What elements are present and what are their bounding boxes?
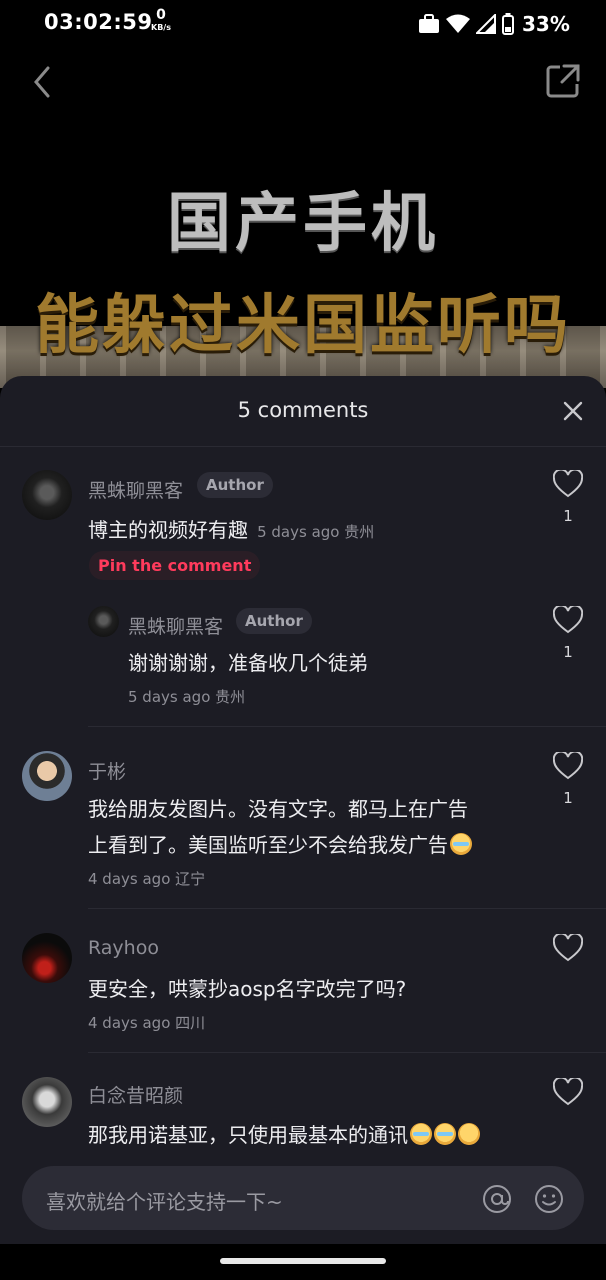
- comment-text-line2: 上看到了。美国监听至少不会给我发广告: [88, 828, 538, 862]
- video-player[interactable]: 国产手机 能躲过米国监听吗: [0, 48, 606, 388]
- status-icons: 33%: [418, 12, 570, 36]
- avatar[interactable]: [22, 751, 72, 801]
- battery-icon: [502, 13, 514, 35]
- comments-sheet: 5 comments 黑蛛聊黑客 Author 博主的视频好有趣 5 days …: [0, 376, 606, 1244]
- comment-meta: 4 days ago 辽宁: [88, 870, 206, 888]
- comment-text[interactable]: 更安全，哄蒙抄aosp名字改完了吗?: [88, 972, 406, 1006]
- signal-icon: [476, 14, 496, 34]
- comment-text[interactable]: 谢谢谢谢，准备收几个徒弟: [128, 646, 368, 680]
- net-speed-unit: KB/s: [151, 23, 171, 32]
- comment-text-line1: 我给朋友发图片。没有文字。都马上在广告: [88, 797, 468, 821]
- avatar[interactable]: [88, 606, 119, 637]
- crying-emoji-icon: [434, 1123, 456, 1145]
- heart-icon[interactable]: [553, 470, 583, 498]
- at-icon[interactable]: [482, 1184, 512, 1214]
- heart-icon[interactable]: [553, 934, 583, 962]
- video-title-line2: 能躲过米国监听吗: [35, 289, 571, 363]
- comment-text-content: 那我用诺基亚，只使用最基本的通讯: [88, 1123, 408, 1147]
- comment-divider: [88, 1052, 606, 1053]
- net-speed-value: 0: [156, 7, 166, 23]
- comment-text[interactable]: 我给朋友发图片。没有文字。都马上在广告 上看到了。美国监听至少不会给我发广告: [88, 792, 538, 862]
- crying-emoji-icon: [450, 833, 472, 855]
- close-icon[interactable]: [562, 400, 584, 422]
- share-icon[interactable]: [544, 62, 582, 100]
- comment-meta: 5 days ago 贵州: [128, 688, 246, 706]
- comment-meta: 5 days ago 贵州: [257, 523, 375, 541]
- emoji-icon[interactable]: [534, 1184, 564, 1214]
- author-badge: Author: [236, 608, 312, 634]
- comment-text[interactable]: 那我用诺基亚，只使用最基本的通讯: [88, 1118, 480, 1152]
- back-icon[interactable]: [28, 62, 58, 102]
- heart-icon[interactable]: [553, 752, 583, 780]
- heart-icon[interactable]: [553, 1078, 583, 1106]
- comment-divider: [88, 726, 606, 727]
- home-gesture-handle[interactable]: [220, 1258, 386, 1264]
- author-badge: Author: [197, 472, 273, 498]
- like-count: 1: [563, 789, 573, 807]
- status-bar: 03:02:59 0 KB/s 33%: [0, 0, 606, 48]
- heart-icon[interactable]: [553, 606, 583, 634]
- comment-meta: 4 days ago 四川: [88, 1014, 206, 1032]
- avatar[interactable]: [22, 470, 72, 520]
- battery-percent: 33%: [522, 12, 570, 36]
- avatar[interactable]: [22, 1077, 72, 1127]
- comment-username[interactable]: Rayhoo: [88, 937, 159, 959]
- comments-count-title: 5 comments: [237, 398, 369, 422]
- video-title-line1: 国产手机: [167, 187, 439, 261]
- comment-username[interactable]: 白念昔昭颜: [88, 1081, 183, 1108]
- status-time: 03:02:59: [44, 10, 153, 34]
- pin-comment-button[interactable]: Pin the comment: [89, 551, 261, 580]
- comment-username[interactable]: 于彬: [88, 757, 126, 784]
- smile-emoji-icon: [458, 1123, 480, 1145]
- comment-username[interactable]: 黑蛛聊黑客: [128, 612, 223, 639]
- comment-body[interactable]: 博主的视频好有趣 5 days ago 贵州: [88, 513, 528, 547]
- avatar[interactable]: [22, 933, 72, 983]
- comment-divider: [88, 908, 606, 909]
- comment-text: 博主的视频好有趣: [88, 518, 248, 542]
- wifi-icon: [446, 14, 470, 33]
- crying-emoji-icon: [410, 1123, 432, 1145]
- net-speed: 0 KB/s: [148, 7, 174, 33]
- like-count: 1: [563, 643, 573, 661]
- comments-header: 5 comments: [0, 376, 606, 447]
- comment-username[interactable]: 黑蛛聊黑客: [88, 476, 183, 503]
- comment-input-placeholder: 喜欢就给个评论支持一下~: [46, 1190, 283, 1214]
- comment-text-line2-text: 上看到了。美国监听至少不会给我发广告: [88, 833, 448, 857]
- briefcase-icon: [419, 14, 439, 33]
- like-count: 1: [563, 507, 573, 525]
